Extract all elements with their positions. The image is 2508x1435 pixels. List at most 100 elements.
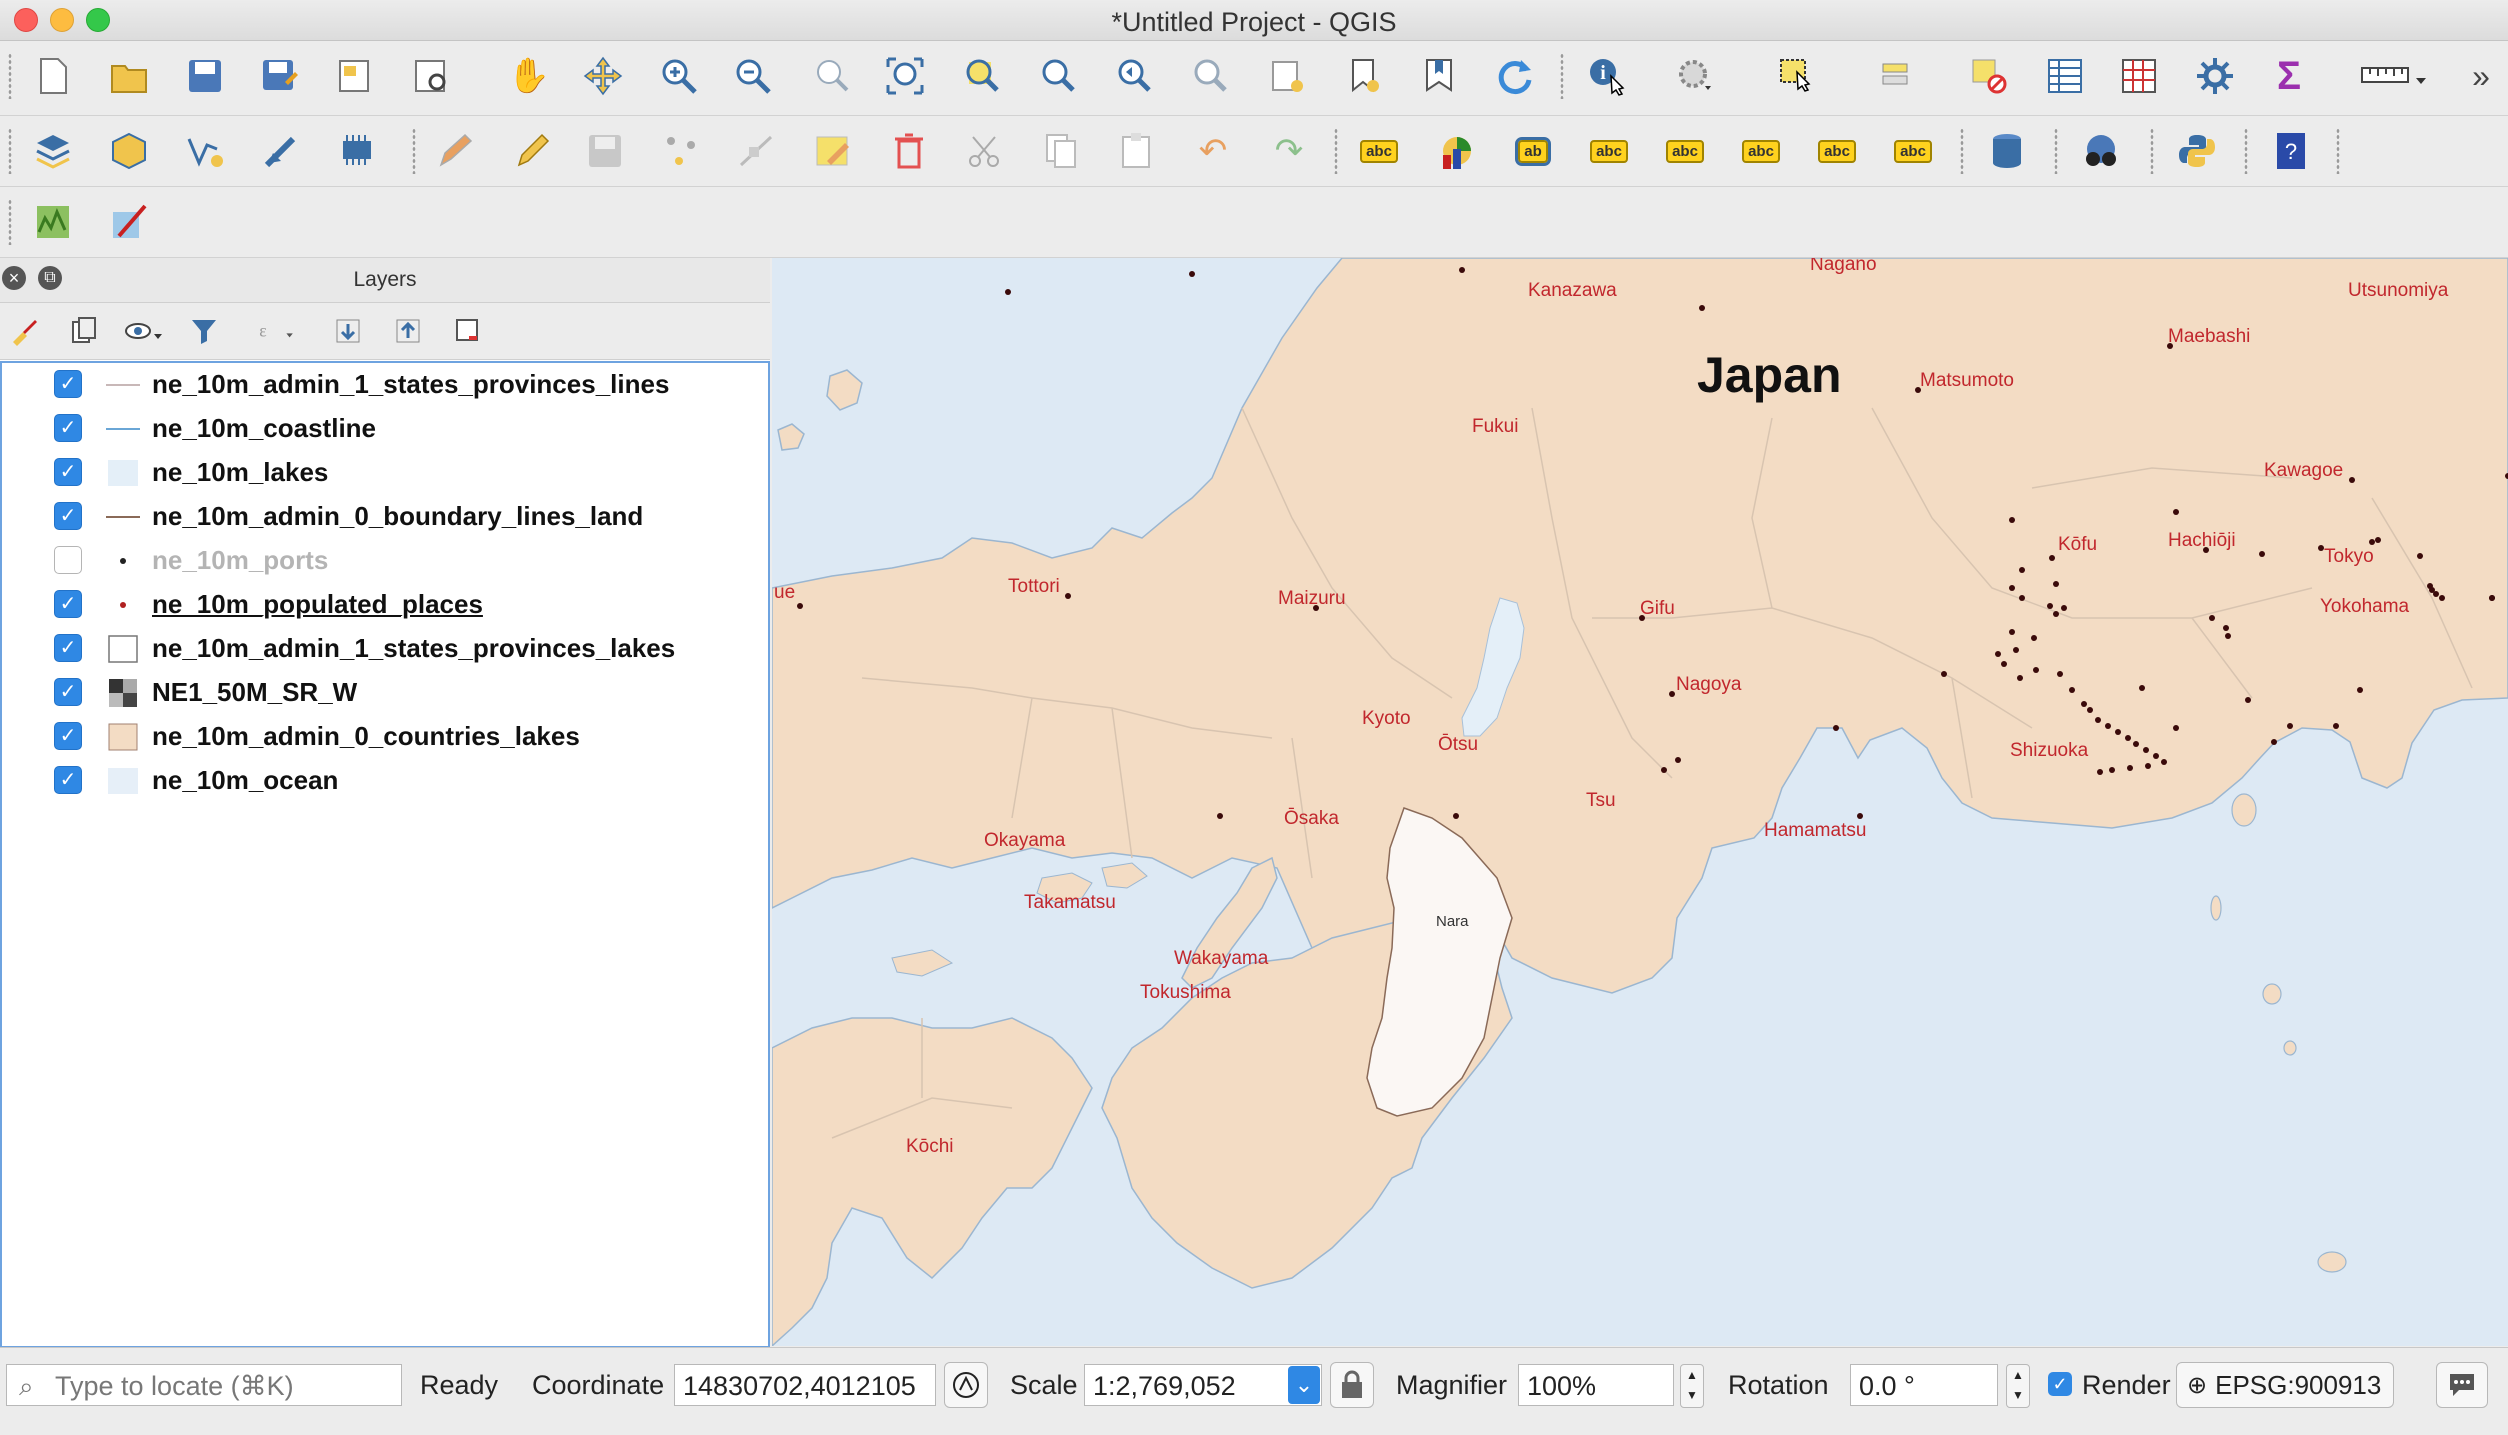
new-print-layout-icon[interactable] (330, 51, 380, 101)
layer-row[interactable]: ✓ ne_10m_ports (2, 539, 768, 583)
layer-visibility-checkbox[interactable]: ✓ (54, 414, 82, 442)
move-label-icon[interactable]: abc (1736, 126, 1786, 176)
metasearch-icon[interactable] (2076, 126, 2126, 176)
layer-row[interactable]: ✓ ne_10m_ocean (2, 759, 768, 803)
layer-visibility-checkbox[interactable]: ✓ (54, 502, 82, 530)
scale-combobox[interactable]: 1:2,769,052 (1084, 1364, 1322, 1406)
toggle-editing-icon[interactable] (506, 126, 556, 176)
layer-styling-icon[interactable] (4, 313, 44, 349)
modify-attributes-icon[interactable] (808, 126, 858, 176)
render-checkbox[interactable]: ✓ (2048, 1372, 2072, 1396)
field-calculator-icon[interactable] (2040, 51, 2090, 101)
zoom-in-icon[interactable] (654, 51, 704, 101)
layer-row[interactable]: ✓ ne_10m_admin_0_boundary_lines_land (2, 495, 768, 539)
measure-line-icon[interactable] (2356, 51, 2436, 101)
open-project-icon[interactable] (104, 51, 154, 101)
magnifier-field[interactable]: 100% (1518, 1364, 1674, 1406)
lock-scale-icon[interactable] (1330, 1362, 1374, 1408)
manage-map-themes-icon[interactable] (124, 313, 164, 349)
sigma-icon[interactable]: Σ (2264, 51, 2314, 101)
zoom-last-icon[interactable] (1108, 51, 1158, 101)
digitize-icon[interactable] (656, 126, 706, 176)
layer-visibility-checkbox[interactable]: ✓ (54, 722, 82, 750)
highlight-pinned-labels-icon[interactable]: abc (1584, 126, 1634, 176)
add-vector-layer-icon[interactable] (180, 126, 230, 176)
remove-layer-icon[interactable] (448, 313, 488, 349)
whats-this-icon[interactable]: ? (2266, 126, 2316, 176)
undo-icon[interactable]: ↶ (1188, 126, 1238, 176)
add-group-icon[interactable] (64, 313, 104, 349)
python-console-icon[interactable] (2172, 126, 2222, 176)
layer-visibility-checkbox[interactable]: ✓ (54, 546, 82, 574)
layer-visibility-checkbox[interactable]: ✓ (54, 370, 82, 398)
chevron-down-icon[interactable]: ⌄ (1288, 1366, 1320, 1404)
layer-visibility-checkbox[interactable]: ✓ (54, 590, 82, 618)
delete-selected-icon[interactable] (884, 126, 934, 176)
add-memory-layer-icon[interactable] (332, 126, 382, 176)
pin-labels-icon[interactable]: ab (1508, 126, 1558, 176)
new-project-icon[interactable] (28, 51, 78, 101)
save-as-icon[interactable] (254, 51, 304, 101)
zoom-to-selection-icon[interactable] (956, 51, 1006, 101)
map-canvas[interactable]: Japan Nara Kanazawa Nagano Utsunomiya Ma… (772, 258, 2508, 1346)
copy-features-icon[interactable] (1036, 126, 1086, 176)
coordinate-field[interactable]: 14830702,4012105 (674, 1364, 936, 1406)
pan-to-selection-icon[interactable] (578, 51, 628, 101)
run-feature-action-icon[interactable] (1670, 51, 1720, 101)
data-source-manager-icon[interactable] (28, 126, 78, 176)
rotation-field[interactable]: 0.0 ° (1850, 1364, 1998, 1406)
deselect-icon[interactable] (1874, 51, 1924, 101)
save-project-icon[interactable] (180, 51, 230, 101)
redo-icon[interactable]: ↷ (1264, 126, 1314, 176)
attribute-table-icon[interactable] (1964, 51, 2014, 101)
add-raster-layer-icon[interactable] (256, 126, 306, 176)
new-map-view-icon[interactable] (1262, 51, 1312, 101)
filter-by-expression-icon[interactable]: ε (256, 313, 296, 349)
show-hide-labels-icon[interactable]: abc (1660, 126, 1710, 176)
layer-visibility-checkbox[interactable]: ✓ (54, 634, 82, 662)
layer-row[interactable]: ✓ ne_10m_admin_0_countries_lakes (2, 715, 768, 759)
cut-features-icon[interactable] (960, 126, 1010, 176)
zoom-to-layer-icon[interactable] (1032, 51, 1082, 101)
layer-row[interactable]: ✓ ne_10m_admin_1_states_provinces_lakes (2, 627, 768, 671)
layer-tree[interactable]: ✓ ne_10m_admin_1_states_provinces_lines … (0, 361, 770, 1348)
grass-tools-icon[interactable] (28, 197, 78, 247)
pan-map-icon[interactable]: ✋ (504, 51, 554, 101)
vertex-tool-icon[interactable] (732, 126, 782, 176)
layer-visibility-checkbox[interactable]: ✓ (54, 458, 82, 486)
identify-features-icon[interactable]: i (1582, 51, 1632, 101)
collapse-all-icon[interactable] (388, 313, 428, 349)
new-geopackage-layer-icon[interactable] (104, 126, 154, 176)
layer-row[interactable]: ✓ ne_10m_populated_places (2, 583, 768, 627)
label-icon[interactable]: abc (1354, 126, 1404, 176)
select-features-icon[interactable] (1772, 51, 1822, 101)
processing-toolbox-icon[interactable] (2114, 51, 2164, 101)
refresh-icon[interactable] (1490, 51, 1540, 101)
layout-manager-icon[interactable] (406, 51, 456, 101)
db-manager-icon[interactable] (1982, 126, 2032, 176)
zoom-out-icon[interactable] (728, 51, 778, 101)
messages-icon[interactable] (2436, 1362, 2488, 1408)
diagram-icon[interactable] (1432, 126, 1482, 176)
crs-button[interactable]: ⊕ EPSG:900913 (2176, 1362, 2394, 1408)
layer-row[interactable]: ✓ NE1_50M_SR_W (2, 671, 768, 715)
statistical-summary-icon[interactable] (2190, 51, 2240, 101)
paste-features-icon[interactable] (1112, 126, 1162, 176)
show-bookmarks-icon[interactable] (1414, 51, 1464, 101)
filter-legend-icon[interactable] (184, 313, 224, 349)
locate-input[interactable]: ⌕ Type to locate (⌘K) (6, 1364, 402, 1406)
rotate-label-icon[interactable]: abc (1812, 126, 1862, 176)
change-label-icon[interactable]: abc (1888, 126, 1938, 176)
zoom-native-icon[interactable] (806, 51, 856, 101)
layer-row[interactable]: ✓ ne_10m_admin_1_states_provinces_lines (2, 363, 768, 407)
magnifier-stepper[interactable]: ▲ ▼ (1680, 1364, 1704, 1408)
layer-visibility-checkbox[interactable]: ✓ (54, 766, 82, 794)
new-bookmark-icon[interactable] (1338, 51, 1388, 101)
toggle-extents-icon[interactable] (944, 1362, 988, 1408)
save-layer-edits-icon[interactable] (580, 126, 630, 176)
zoom-full-icon[interactable] (880, 51, 930, 101)
rotation-stepper[interactable]: ▲ ▼ (2006, 1364, 2030, 1408)
current-edits-icon[interactable] (430, 126, 480, 176)
layer-visibility-checkbox[interactable]: ✓ (54, 678, 82, 706)
expand-all-icon[interactable] (328, 313, 368, 349)
